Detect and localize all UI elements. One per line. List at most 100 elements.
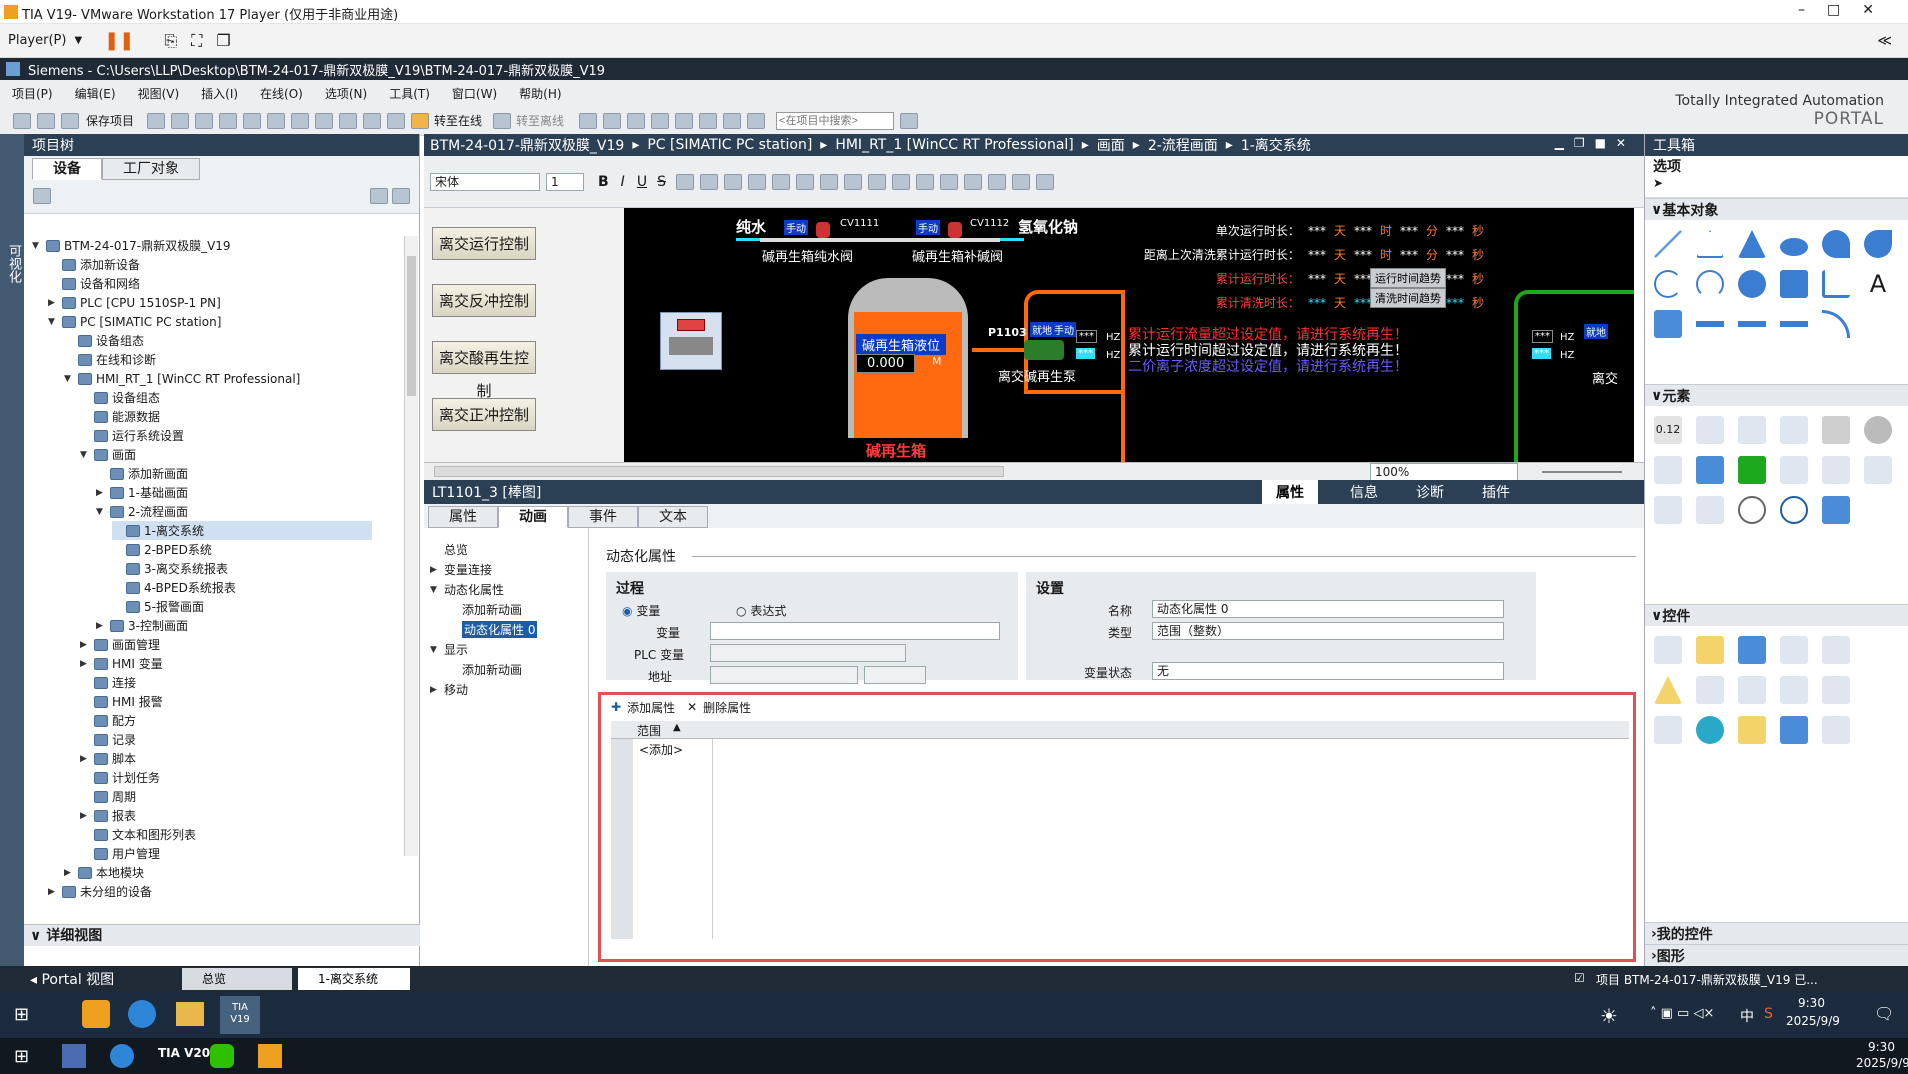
horizontal-scrollbar[interactable]	[434, 466, 1004, 477]
tree-options-icon[interactable]	[392, 188, 410, 204]
breadcrumb-process[interactable]: 2-流程画面	[1148, 135, 1218, 155]
tree-item[interactable]: 4-BPED系统报表	[112, 578, 236, 597]
menu-edit[interactable]: 编辑(E)	[75, 85, 116, 102]
paste-icon[interactable]	[219, 112, 238, 129]
go-online-icon[interactable]	[411, 112, 430, 129]
graphic-view-icon[interactable]	[1654, 310, 1682, 338]
pattern-icon[interactable]	[795, 173, 814, 190]
tree-item[interactable]: 添加新设备	[48, 255, 140, 274]
breadcrumb-screens[interactable]: 画面	[1097, 135, 1125, 155]
copy-icon[interactable]	[195, 112, 214, 129]
tree-item[interactable]: 运行系统设置	[80, 426, 184, 445]
inspector-nav-item[interactable]: 动态化属性 0	[448, 620, 538, 639]
tree-toggle-icon[interactable]: ▼	[80, 450, 92, 460]
download-icon[interactable]	[339, 112, 358, 129]
portal-view-link[interactable]: ◂ Portal 视图	[30, 969, 114, 989]
pipe-icon[interactable]	[1696, 310, 1724, 338]
breadcrumb-pc[interactable]: PC [SIMATIC PC station]	[647, 137, 812, 153]
chevron-down-icon[interactable]: ▼	[74, 35, 82, 46]
host-windows-start-icon[interactable]: ⊞	[14, 1046, 29, 1067]
current-screen-tab[interactable]: 1-离交系统	[298, 968, 410, 990]
delete-icon[interactable]	[243, 112, 262, 129]
nav-button-run[interactable]: 离交运行控制	[432, 227, 536, 260]
nav-toggle-icon[interactable]: ▼	[430, 645, 442, 655]
tree-item[interactable]: ▶ 1-基础画面	[96, 483, 188, 502]
inspector-nav-item[interactable]: ▼ 显示	[430, 640, 468, 659]
font-color-icon[interactable]	[723, 173, 742, 190]
menu-window[interactable]: 窗口(W)	[452, 85, 497, 102]
host-edge-icon[interactable]	[110, 1044, 134, 1068]
send-ctrl-alt-del-icon[interactable]: ⎘	[164, 31, 177, 51]
breadcrumb-project[interactable]: BTM-24-017-鼎新双极膜_V19	[430, 135, 624, 155]
tree-item[interactable]: ▶ HMI 变量	[80, 654, 163, 673]
circle-icon[interactable]	[1738, 270, 1766, 298]
split-horizontal-icon[interactable]	[675, 112, 694, 129]
layer-icon[interactable]	[1011, 173, 1030, 190]
elements-header[interactable]: ∨ 元素	[1645, 384, 1908, 406]
tab-texts[interactable]: 文本	[638, 506, 708, 528]
font-grow-icon[interactable]	[675, 173, 694, 190]
bold-icon[interactable]: B	[598, 174, 609, 190]
upload-icon[interactable]	[363, 112, 382, 129]
tree-item[interactable]: 记录	[80, 730, 136, 749]
window-widget-icon[interactable]	[660, 312, 722, 370]
tree-filter-icon[interactable]	[33, 188, 51, 204]
stop-cpu-icon[interactable]	[627, 112, 646, 129]
host-tia-v20-icon[interactable]: TIA V20	[158, 1046, 210, 1060]
inspector-nav-item[interactable]: 添加新动画	[448, 660, 522, 679]
tree-item[interactable]: ▶ 本地模块	[64, 863, 144, 882]
play-icon[interactable]	[1696, 716, 1724, 744]
visualization-tab[interactable]: 可视化	[4, 244, 23, 283]
ellipse-segment-icon[interactable]	[1822, 230, 1850, 258]
italic-icon[interactable]: I	[621, 174, 625, 190]
ruler-icon[interactable]	[1738, 716, 1766, 744]
align-left-icon[interactable]	[915, 173, 934, 190]
tree-toggle-icon[interactable]: ▶	[48, 887, 60, 897]
var-state-select[interactable]: 无	[1152, 662, 1504, 680]
collapse-icon[interactable]: ≪	[1877, 33, 1892, 49]
zoom-slider[interactable]	[1542, 471, 1622, 473]
wechat-icon[interactable]	[210, 1044, 234, 1068]
value-table-icon[interactable]	[1822, 676, 1850, 704]
recipe-view-icon[interactable]	[1780, 716, 1808, 744]
tree-item[interactable]: 设备和网络	[48, 274, 140, 293]
tree-item[interactable]: ▶ 未分组的设备	[48, 882, 152, 901]
tree-item[interactable]: 文本和图形列表	[80, 825, 196, 844]
browser-icon[interactable]	[1738, 636, 1766, 664]
undo-icon[interactable]	[267, 112, 286, 129]
connector-icon[interactable]	[1822, 270, 1850, 298]
tree-item[interactable]: 5-报警画面	[112, 597, 204, 616]
tree-item[interactable]: 周期	[80, 787, 136, 806]
media-player-icon[interactable]	[1780, 636, 1808, 664]
run-time-trend-button[interactable]: 运行时间趋势	[1370, 268, 1446, 288]
tree-toggle-icon[interactable]: ▼	[48, 317, 60, 327]
inspector-nav-item[interactable]: 总览	[430, 540, 468, 559]
start-cpu-icon[interactable]	[603, 112, 622, 129]
memory-card-icon[interactable]	[747, 112, 766, 129]
tree-item[interactable]: 3-离交系统报表	[112, 559, 228, 578]
ellipse-icon[interactable]	[1780, 237, 1808, 256]
open-project-icon[interactable]	[37, 112, 55, 129]
switch-icon[interactable]	[1780, 456, 1808, 484]
zoom-select[interactable]: 100%	[1370, 463, 1518, 481]
tree-item[interactable]: 设备组态	[64, 331, 144, 350]
rectangle-icon[interactable]	[1780, 270, 1808, 298]
tree-item[interactable]: ▶ 3-控制画面	[96, 616, 188, 635]
delete-property-button[interactable]: 删除属性	[703, 699, 751, 716]
tree-toggle-icon[interactable]: ▼	[64, 374, 76, 384]
tree-scrollbar[interactable]	[404, 236, 418, 856]
scrollbar-icon[interactable]	[1864, 456, 1892, 484]
same-size-icon[interactable]	[963, 173, 982, 190]
report-job-icon[interactable]	[1822, 716, 1850, 744]
detail-view-header[interactable]: ∨ 详细视图	[24, 924, 420, 946]
underline-icon[interactable]: U	[637, 174, 647, 190]
compile-icon[interactable]	[315, 112, 334, 129]
tree-item[interactable]: 连接	[80, 673, 136, 692]
tree-toggle-icon[interactable]: ▶	[48, 298, 60, 308]
tree-item[interactable]: ▶ PLC [CPU 1510SP-1 PN]	[48, 293, 221, 312]
basic-objects-header[interactable]: ∨ 基本对象	[1645, 198, 1908, 220]
graphic-io-icon[interactable]	[1780, 416, 1808, 444]
tree-item[interactable]: 添加新画面	[96, 464, 188, 483]
slider-icon[interactable]	[1822, 456, 1850, 484]
sogou-icon[interactable]: S	[1764, 1006, 1773, 1022]
